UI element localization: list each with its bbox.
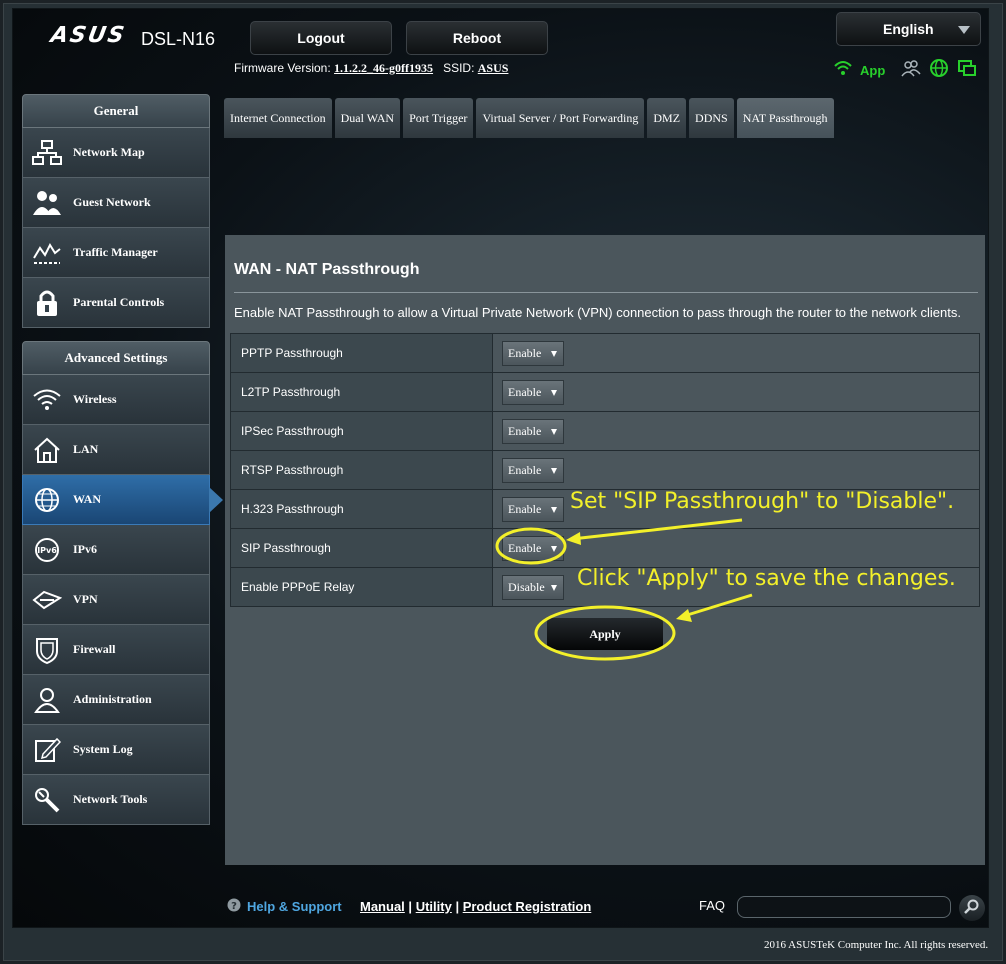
copyright: 2016 ASUSTeK Computer Inc. All rights re… [764, 939, 989, 951]
annotation-overlay [495, 518, 753, 661]
arrow-to-apply-head [676, 609, 692, 622]
svg-text:?: ? [231, 901, 237, 912]
apply-highlight-ellipse [534, 605, 676, 661]
sip-highlight-ellipse [495, 527, 567, 565]
help-support-link[interactable]: ? Help & Support [227, 898, 342, 915]
search-button[interactable] [959, 895, 985, 921]
utility-link[interactable]: Utility [416, 899, 452, 914]
separator: | [408, 899, 413, 914]
arrow-to-sip-line [571, 518, 743, 541]
product-registration-link[interactable]: Product Registration [463, 899, 592, 914]
manual-link[interactable]: Manual [360, 899, 405, 914]
help-label: Help & Support [247, 899, 342, 914]
annotation-note-sip: Set "SIP Passthrough" to "Disable". [570, 489, 955, 514]
help-icon: ? [227, 898, 241, 915]
annotation-note-apply: Click "Apply" to save the changes. [577, 566, 956, 591]
separator: | [455, 899, 460, 914]
faq-search-input[interactable] [737, 896, 951, 918]
footer: ? Help & Support Manual | Utility | Prod… [225, 895, 985, 921]
faq-label: FAQ [699, 898, 726, 913]
arrow-to-sip-head [566, 532, 581, 545]
footer-links: Manual | Utility | Product Registration [360, 899, 591, 914]
search-icon [964, 899, 980, 918]
arrow-to-apply-line [683, 593, 753, 618]
